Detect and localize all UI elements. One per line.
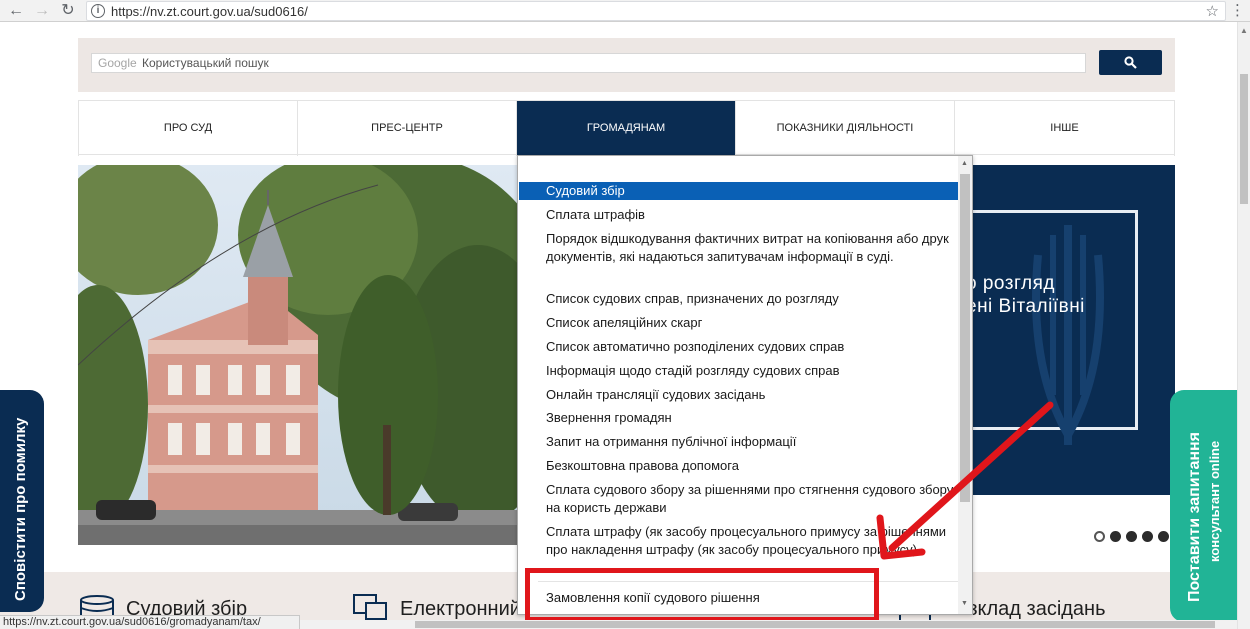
- dropdown-item[interactable]: Порядок відшкодування фактичних витрат н…: [519, 230, 959, 266]
- browser-toolbar: ← → ↻ i https://nv.zt.court.gov.ua/sud06…: [0, 0, 1250, 22]
- nav-item-other[interactable]: ІНШЕ: [955, 101, 1175, 156]
- search-button[interactable]: [1099, 50, 1162, 75]
- trident-emblem-icon: [1032, 225, 1104, 445]
- report-error-tab[interactable]: Сповістити про помилку: [0, 390, 44, 612]
- status-bar-url: https://nv.zt.court.gov.ua/sud0616/groma…: [0, 615, 300, 629]
- scroll-up-arrow-icon[interactable]: ▲: [961, 160, 968, 167]
- scroll-up-arrow-icon[interactable]: ▲: [1240, 26, 1248, 35]
- dropdown-item[interactable]: Судовий збір: [519, 182, 959, 200]
- announcement-banner[interactable]: о розгляд ені Віталіївні: [958, 165, 1175, 495]
- court-building-photo: [78, 165, 518, 545]
- info-icon[interactable]: i: [91, 4, 105, 18]
- page-scrollbar-thumb[interactable]: [1240, 74, 1248, 204]
- back-arrow-icon[interactable]: ←: [6, 1, 26, 21]
- forward-arrow-icon[interactable]: →: [32, 1, 52, 21]
- dropdown-item[interactable]: Звернення громадян: [519, 409, 959, 427]
- nav-item-indicators[interactable]: ПОКАЗНИКИ ДІЯЛЬНОСТІ: [736, 101, 955, 156]
- browser-menu-icon[interactable]: ⋮: [1230, 1, 1245, 21]
- horizontal-scrollbar-thumb[interactable]: [415, 621, 1215, 628]
- dropdown-item[interactable]: Сплата штрафу (як засобу процесуального …: [519, 523, 959, 559]
- dropdown-item[interactable]: Сплата судового збору за рішеннями про с…: [519, 481, 959, 517]
- dropdown-item[interactable]: Список апеляційних скарг: [519, 314, 959, 332]
- carousel-dot-2[interactable]: [1110, 531, 1121, 542]
- carousel-dot-5[interactable]: [1158, 531, 1169, 542]
- carousel-dot-3[interactable]: [1126, 531, 1137, 542]
- banner-text-line2: ені Віталіївні: [966, 296, 1085, 317]
- ask-question-label: Поставити запитання: [1186, 431, 1203, 602]
- report-error-label: Сповістити про помилку: [12, 417, 29, 601]
- ask-question-tab[interactable]: Поставити запитання консультант online: [1170, 390, 1237, 622]
- search-placeholder: Користувацький пошук: [142, 56, 269, 70]
- nav-item-citizens[interactable]: ГРОМАДЯНАМ: [517, 101, 736, 156]
- banner-text-line1: о розгляд: [966, 273, 1055, 294]
- dropdown-item[interactable]: Безкоштовна правова допомога: [519, 457, 959, 475]
- carousel-dots: [1094, 531, 1174, 545]
- monitor-icon: [353, 594, 387, 620]
- nav-item-press[interactable]: ПРЕС-ЦЕНТР: [298, 101, 517, 156]
- search-icon: [1124, 56, 1137, 69]
- dropdown-item[interactable]: Список судових справ, призначених до роз…: [519, 290, 959, 308]
- address-bar[interactable]: i https://nv.zt.court.gov.ua/sud0616/ ☆: [86, 1, 1226, 21]
- dropdown-item[interactable]: Інформація щодо стадій розгляду судових …: [519, 362, 959, 380]
- horizontal-scrollbar[interactable]: [300, 620, 1237, 629]
- bookmark-star-icon[interactable]: ☆: [1206, 2, 1219, 20]
- url-text: https://nv.zt.court.gov.ua/sud0616/: [111, 4, 308, 19]
- quick-link-electronic[interactable]: Електронний: [400, 598, 521, 621]
- dropdown-item[interactable]: Сплата штрафів: [519, 206, 959, 224]
- dropdown-item[interactable]: Онлайн трансляції судових засідань: [519, 386, 959, 404]
- carousel-dot-4[interactable]: [1142, 531, 1153, 542]
- dropdown-scrollbar-thumb[interactable]: [960, 174, 970, 502]
- search-brand-label: Google: [98, 56, 137, 70]
- main-nav: ПРО СУД ПРЕС-ЦЕНТР ГРОМАДЯНАМ ПОКАЗНИКИ …: [78, 100, 1175, 156]
- online-consultant-label: консультант online: [1207, 440, 1222, 562]
- citizens-dropdown-menu: Судовий збір Сплата штрафів Порядок відш…: [517, 155, 973, 615]
- dropdown-item[interactable]: Запит на отримання публічної інформації: [519, 433, 959, 451]
- page-scrollbar[interactable]: ▲: [1237, 22, 1250, 629]
- carousel-dot-1[interactable]: [1094, 531, 1105, 542]
- annotation-highlight-box: [525, 568, 879, 622]
- dropdown-scrollbar[interactable]: ▲ ▼: [958, 156, 972, 614]
- dropdown-item[interactable]: Список автоматично розподілених судових …: [519, 338, 959, 356]
- nav-item-about[interactable]: ПРО СУД: [78, 101, 298, 156]
- search-input[interactable]: Google Користувацький пошук: [91, 53, 1086, 73]
- scroll-down-arrow-icon[interactable]: ▼: [961, 600, 968, 607]
- reload-icon[interactable]: ↻: [58, 1, 78, 21]
